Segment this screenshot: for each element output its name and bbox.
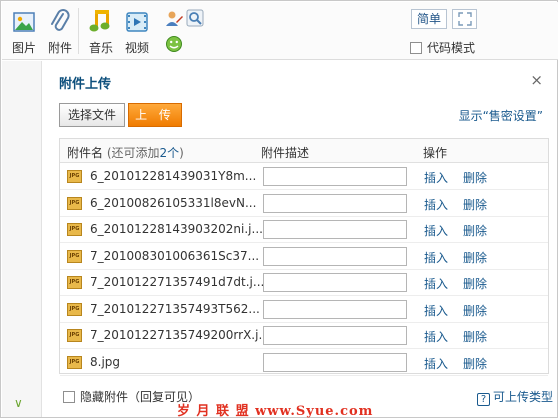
- upload-types-link[interactable]: ? 可上传类型: [476, 388, 553, 406]
- expand-icon: [457, 12, 472, 26]
- insert-link[interactable]: 插入: [424, 275, 448, 292]
- chevron-down-icon[interactable]: ∨: [14, 397, 23, 409]
- insert-link[interactable]: 插入: [424, 355, 448, 372]
- attachment-tool-label: 附件: [47, 41, 72, 55]
- image-tool-button[interactable]: 图片: [7, 8, 41, 56]
- video-tool-label: 视频: [124, 41, 149, 55]
- attachment-filename: 7_201012271357493T562...: [90, 301, 260, 316]
- table-row: JPG 6_20101228143903202ni.j... 插入 删除: [60, 216, 548, 243]
- insert-link[interactable]: 插入: [424, 302, 448, 319]
- code-mode-label: 代码模式: [427, 41, 476, 55]
- jpg-file-icon: JPG: [67, 276, 82, 289]
- insert-link[interactable]: 插入: [424, 328, 448, 345]
- attachment-upload-dialog: 附件上传 × 选择文件 上 传 显示“售密设置” 附件名 (还可添加2个) 附件…: [48, 63, 556, 407]
- attachment-filename: 6_20100826105331l8evN...: [90, 195, 257, 210]
- hide-attachment-checkbox[interactable]: [63, 391, 75, 403]
- column-header-action: 操作: [423, 146, 448, 160]
- jpg-file-icon: JPG: [67, 170, 82, 183]
- delete-link[interactable]: 删除: [463, 249, 487, 266]
- table-row: JPG 8.jpg 插入 删除: [60, 349, 548, 376]
- jpg-file-icon: JPG: [67, 302, 82, 316]
- delete-link[interactable]: 删除: [463, 222, 487, 239]
- table-row: JPG 6_201012281439031Y8m... 插入 删除: [60, 163, 548, 190]
- delete-link[interactable]: 删除: [463, 302, 487, 319]
- user-edit-icon[interactable]: [165, 9, 183, 27]
- table-row: JPG 7_201008301006361Sc37... 插入 删除: [60, 243, 548, 270]
- attachment-description-input[interactable]: [263, 246, 407, 266]
- editor-frame: 图片 附件 音乐 视频 简单 代码模式 ∨ 附件上传 × 选择文件 上 传 显示…: [0, 0, 558, 418]
- video-tool-button[interactable]: 视频: [120, 8, 154, 56]
- insert-link[interactable]: 插入: [424, 249, 448, 266]
- expand-button[interactable]: [452, 9, 477, 29]
- jpg-file-icon: JPG: [67, 355, 82, 369]
- jpg-file-icon: JPG: [67, 223, 82, 236]
- column-header-name: 附件名 (还可添加2个): [67, 144, 184, 161]
- insert-link[interactable]: 插入: [424, 169, 448, 186]
- simple-mode-button[interactable]: 简单: [411, 9, 447, 29]
- film-icon: [126, 12, 148, 32]
- table-row: JPG 6_20100826105331l8evN... 插入 删除: [60, 190, 548, 217]
- code-mode-checkbox[interactable]: [410, 42, 422, 54]
- toolbar-divider: [78, 8, 79, 54]
- remaining-hint-suffix: ): [179, 146, 184, 160]
- advanced-settings-link[interactable]: 显示“售密设置”: [459, 107, 543, 124]
- attachment-filename: 7_201008301006361Sc37...: [90, 248, 260, 263]
- dialog-title: 附件上传: [59, 77, 112, 92]
- attachment-filename: 6_20101228143903202ni.j...: [90, 222, 263, 236]
- watermark-text: 岁 月 联 盟 www.Syue.com: [177, 404, 374, 418]
- attachment-description-input[interactable]: [263, 352, 407, 372]
- music-tool-label: 音乐: [88, 41, 113, 55]
- table-row: JPG 7_201012271357493T562... 插入 删除: [60, 296, 548, 323]
- attachment-table: 附件名 (还可添加2个) 附件描述 操作 JPG 6_20101228143903…: [59, 138, 549, 376]
- paperclip-icon: [51, 9, 70, 31]
- column-header-description: 附件描述: [261, 146, 310, 160]
- image-tool-label: 图片: [11, 41, 36, 55]
- magnifier-icon[interactable]: [186, 9, 204, 27]
- code-mode-toggle[interactable]: 代码模式: [410, 39, 475, 55]
- table-row: JPG 7_20101227135749200rrX.j... 插入 删除: [60, 322, 548, 349]
- jpg-file-icon: JPG: [67, 329, 82, 342]
- jpg-file-icon: JPG: [67, 249, 82, 263]
- jpg-file-icon: JPG: [67, 196, 82, 210]
- help-icon: ?: [476, 393, 490, 406]
- close-icon[interactable]: ×: [530, 71, 543, 89]
- attachment-description-input[interactable]: [263, 193, 407, 213]
- upload-types-label: 可上传类型: [492, 390, 553, 404]
- attachment-description-input[interactable]: [263, 167, 407, 186]
- editor-toolbar: 图片 附件 音乐 视频 简单 代码模式: [2, 2, 558, 60]
- table-row: JPG 7_201012271357491d7dt.j... 插入 删除: [60, 269, 548, 296]
- attachment-description-input[interactable]: [263, 326, 407, 345]
- attachment-filename: 7_20101227135749200rrX.j...: [90, 328, 270, 342]
- attachment-filename: 6_201012281439031Y8m...: [90, 169, 257, 183]
- insert-link[interactable]: 插入: [424, 196, 448, 213]
- delete-link[interactable]: 删除: [463, 169, 487, 186]
- editor-gutter: ∨: [2, 61, 42, 417]
- remaining-count: 2个: [159, 146, 180, 160]
- music-note-icon: [89, 10, 110, 32]
- attachment-filename: 8.jpg: [90, 354, 121, 369]
- attachment-tool-button[interactable]: 附件: [43, 8, 77, 56]
- delete-link[interactable]: 删除: [463, 275, 487, 292]
- music-tool-button[interactable]: 音乐: [84, 8, 118, 56]
- remaining-hint: (还可添加2个): [107, 146, 184, 160]
- upload-button[interactable]: 上 传: [128, 103, 182, 127]
- table-header: 附件名 (还可添加2个) 附件描述 操作: [60, 139, 548, 163]
- remaining-hint-prefix: (还可添加: [106, 146, 160, 160]
- choose-file-button[interactable]: 选择文件: [59, 103, 125, 127]
- emoticon-icon[interactable]: [165, 35, 183, 53]
- attachment-description-input[interactable]: [263, 273, 407, 292]
- attachment-filename: 7_201012271357491d7dt.j...: [90, 275, 265, 289]
- delete-link[interactable]: 删除: [463, 196, 487, 213]
- attachment-description-input[interactable]: [263, 299, 407, 319]
- name-header-text: 附件名: [67, 146, 104, 160]
- image-icon: [13, 12, 35, 32]
- insert-link[interactable]: 插入: [424, 222, 448, 239]
- delete-link[interactable]: 删除: [463, 355, 487, 372]
- delete-link[interactable]: 删除: [463, 328, 487, 345]
- attachment-description-input[interactable]: [263, 220, 407, 239]
